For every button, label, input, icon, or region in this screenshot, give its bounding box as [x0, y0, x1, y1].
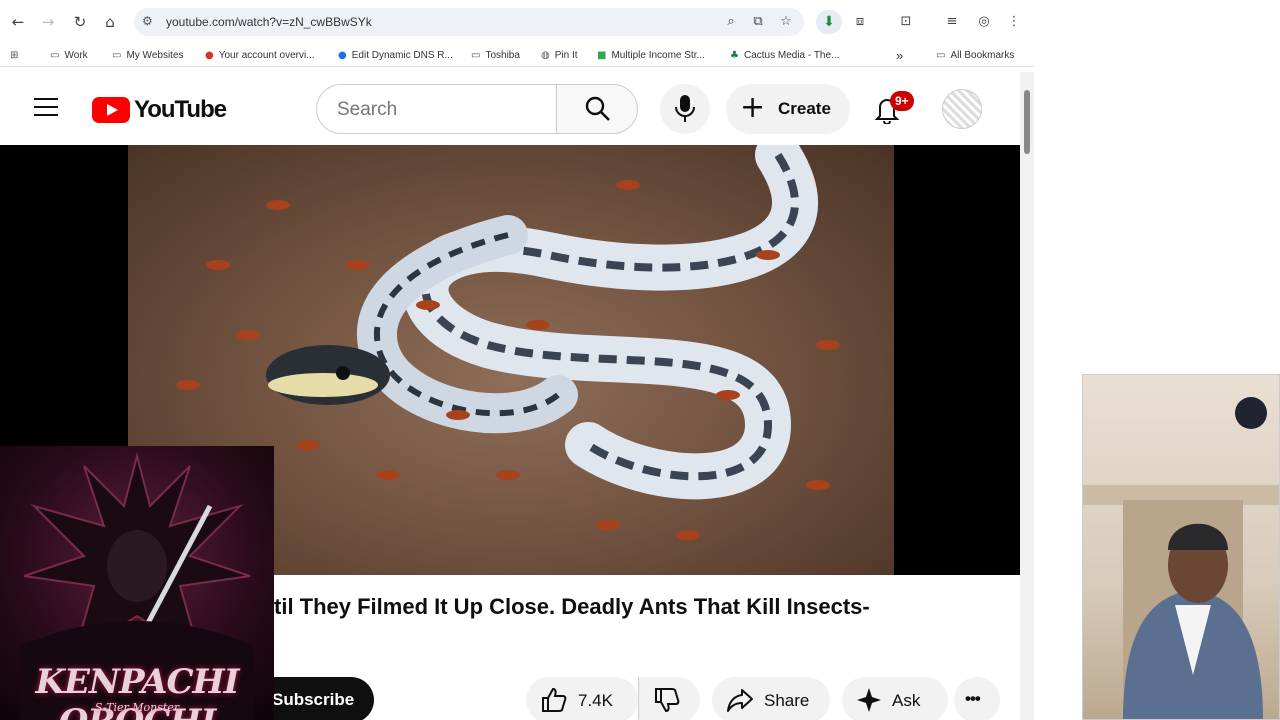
more-bookmarks-icon[interactable]: »	[896, 47, 903, 63]
bookmark-edit-dynamic-dns[interactable]: ● Edit Dynamic DNS R...	[338, 47, 453, 63]
account-avatar[interactable]	[942, 89, 982, 129]
album-subtitle: S-Tier Monster	[94, 701, 180, 714]
reload-icon[interactable]: ↻	[70, 12, 90, 32]
forward-icon[interactable]: →	[38, 12, 58, 32]
search-icon	[585, 96, 610, 121]
bookmarks-bar: ⊞ ▭ Work ▭ My Websites ● Your account overv…	[0, 44, 1034, 66]
voice-search-button[interactable]	[660, 84, 710, 134]
all-bookmarks[interactable]: ▭ All Bookmarks	[936, 47, 1014, 63]
media-controls-icon[interactable]: ≡	[942, 12, 962, 32]
share-icon	[727, 689, 753, 712]
notification-count-badge: 9+	[890, 91, 914, 111]
bookmark-work[interactable]: ▭ Work	[50, 47, 88, 63]
youtube-play-icon	[92, 97, 130, 123]
home-icon[interactable]: ⌂	[100, 12, 120, 32]
apps-icon[interactable]: ⊞	[10, 47, 18, 63]
youtube-header: YouTube Search + Create 9+	[0, 72, 1020, 144]
bookmark-pin-it[interactable]: ◍ Pin It	[541, 47, 578, 63]
share-button[interactable]: Share	[712, 677, 830, 720]
create-button[interactable]: + Create	[726, 84, 850, 134]
thumbs-up-icon	[542, 687, 567, 712]
extensions-icon[interactable]: ⧈	[850, 12, 870, 32]
site-icon: ■	[597, 49, 607, 61]
microphone-icon	[675, 95, 695, 122]
guide-menu-icon[interactable]	[34, 98, 58, 118]
download-icon[interactable]: ⬇	[816, 10, 842, 34]
search-button[interactable]	[556, 84, 638, 134]
cactus-icon: ♣	[730, 49, 739, 61]
album-art-overlay: KENPACHI OROCHI S-Tier Monster	[0, 446, 274, 720]
toolbar-divider	[0, 66, 1034, 67]
folder-icon: ▭	[936, 49, 946, 61]
thumbs-down-icon	[655, 688, 680, 713]
address-bar-row: ← → ↻ ⌂ ⚙ youtube.com/watch?v=zN_cwBBwSY…	[0, 0, 1034, 44]
back-icon[interactable]: ←	[8, 12, 28, 32]
search-input[interactable]: Search	[316, 84, 556, 134]
zoom-icon[interactable]: ⌕	[722, 13, 740, 31]
sparkle-icon	[857, 688, 881, 712]
bookmark-toshiba[interactable]: ▭ Toshiba	[471, 47, 520, 63]
site-info-icon[interactable]: ⚙	[142, 14, 158, 30]
webcam-feed-image	[1083, 397, 1279, 719]
bookmark-multiple-income[interactable]: ■ Multiple Income Str...	[597, 47, 705, 63]
video-title: til They Filmed It Up Close. Deadly Ants…	[274, 594, 870, 619]
scrollbar-thumb[interactable]	[1024, 90, 1030, 154]
like-button[interactable]: 7.4K	[526, 677, 638, 720]
google-ads-icon: ●	[205, 49, 214, 61]
install-app-icon[interactable]: ⧉	[749, 13, 767, 31]
bookmark-account-overview[interactable]: ● Your account overvi...	[205, 47, 315, 63]
globe-icon: ◍	[541, 49, 550, 61]
dislike-button[interactable]	[638, 677, 700, 720]
omnibox[interactable]: ⚙ youtube.com/watch?v=zN_cwBBwSYk ⌕ ⧉ ☆	[134, 8, 804, 36]
more-icon: •••	[965, 689, 981, 708]
folder-icon: ▭	[471, 49, 481, 61]
url-text[interactable]: youtube.com/watch?v=zN_cwBBwSYk	[166, 15, 372, 29]
more-actions-button[interactable]: •••	[954, 677, 1000, 720]
bookmark-my-websites[interactable]: ▭ My Websites	[112, 47, 184, 63]
folder-icon: ▭	[50, 49, 60, 61]
browser-menu-icon[interactable]: ⋮	[1004, 12, 1024, 32]
youtube-logo[interactable]: YouTube	[92, 96, 227, 124]
folder-icon: ▭	[112, 49, 122, 61]
dns-icon: ●	[338, 49, 347, 61]
bookmark-cactus-media[interactable]: ♣ Cactus Media - The...	[730, 47, 839, 63]
page-scrollbar[interactable]	[1020, 72, 1034, 720]
tab-search-icon[interactable]: ⊡	[896, 12, 916, 32]
profile-icon[interactable]: ◎	[974, 12, 994, 32]
plus-icon: +	[740, 90, 766, 125]
ask-button[interactable]: Ask	[842, 677, 948, 720]
webcam-overlay	[1082, 374, 1280, 720]
bookmark-star-icon[interactable]: ☆	[777, 13, 795, 31]
